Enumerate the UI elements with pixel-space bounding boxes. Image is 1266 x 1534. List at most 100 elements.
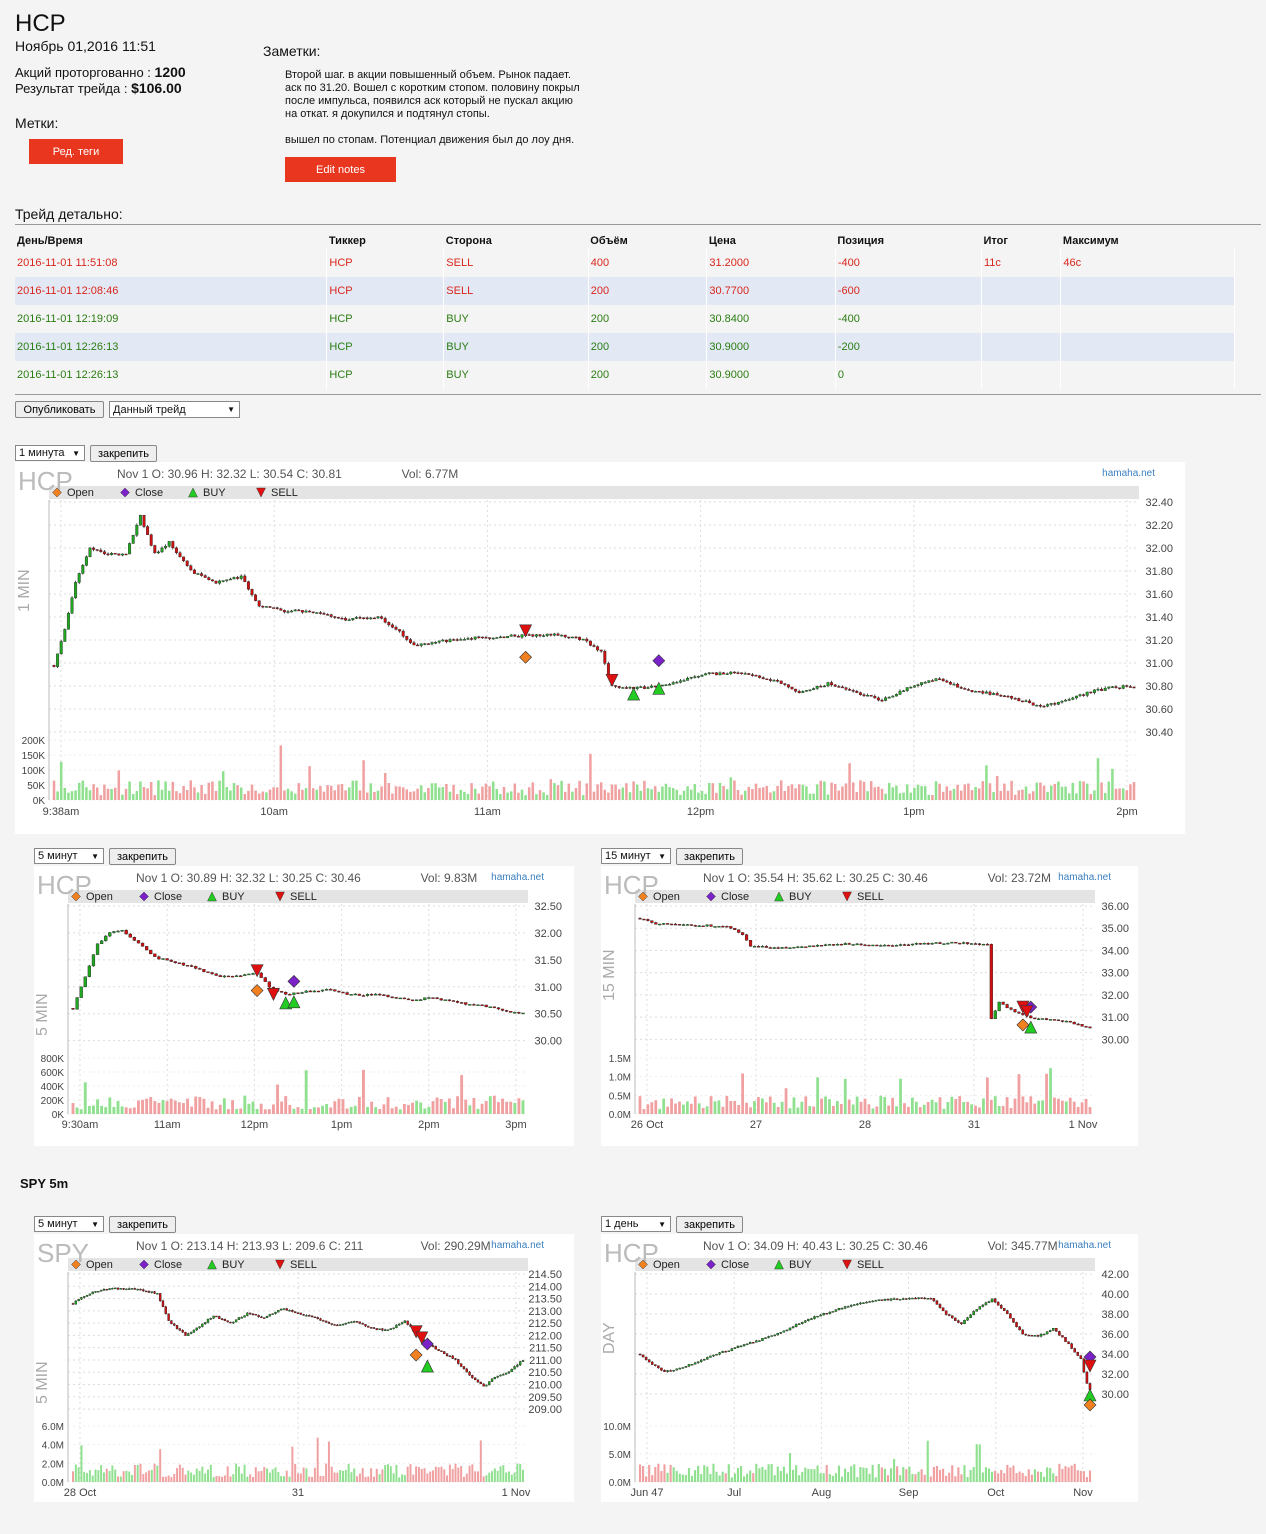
legend-buy: BUY (203, 487, 226, 499)
candle-body (813, 1316, 816, 1319)
candle (918, 942, 922, 945)
candle-body (1015, 1322, 1018, 1328)
legend-open: Open (67, 487, 94, 499)
interval-select-c5[interactable]: 1 день ▼ (601, 1216, 671, 1232)
result-label: Результат трейда : (15, 81, 128, 96)
candle-body (406, 1320, 409, 1325)
candle-body (1039, 1334, 1043, 1337)
volume-bar (488, 1472, 491, 1482)
candle (243, 574, 247, 583)
candle-body (386, 1329, 390, 1331)
candle-body (398, 629, 402, 632)
pin-button-c2[interactable]: закрепить (109, 848, 176, 865)
candle (701, 925, 705, 928)
volume-bar (855, 792, 859, 800)
candle-body (887, 696, 891, 699)
volume-bar (909, 792, 913, 800)
candle-body (911, 1297, 914, 1300)
candle-body (987, 1301, 991, 1303)
candle-body (77, 1299, 80, 1302)
volume-bar (116, 1100, 120, 1114)
sell-marker (1083, 1359, 1097, 1373)
candle (305, 1314, 308, 1317)
edit-notes-button[interactable]: Edit notes (285, 157, 396, 182)
candle-body (372, 1327, 376, 1329)
pin-button-c4[interactable]: закрепить (109, 1216, 176, 1233)
candle (124, 929, 128, 935)
volume-bar (122, 1471, 125, 1482)
candle-body (492, 1006, 496, 1008)
candle (215, 1315, 218, 1318)
candle-body (1009, 1313, 1012, 1319)
candle-body (495, 637, 499, 639)
edit-tags-button[interactable]: Ред. теги (29, 139, 123, 164)
table-cell: HCP (326, 305, 445, 333)
candle (1033, 1017, 1037, 1020)
volume-bar (149, 782, 153, 800)
volume-bar (468, 1465, 471, 1482)
candle (1110, 686, 1114, 688)
y-tick-label: 32.20 (1145, 520, 1173, 532)
volume-bar (322, 791, 326, 800)
pin-button-c3[interactable]: закрепить (676, 848, 743, 865)
interval-select-c4[interactable]: 5 минут ▼ (34, 1216, 104, 1232)
volume-bar (741, 1073, 745, 1114)
candle-body (434, 1346, 437, 1350)
candle-body (672, 1369, 675, 1372)
volume-bar (856, 1477, 859, 1482)
candle-body (666, 1370, 669, 1372)
candle-body (984, 1302, 988, 1306)
volume-bar (724, 1473, 727, 1482)
candle-body (361, 995, 366, 997)
candle-body (705, 924, 709, 927)
x-tick-label: Jun 47 (630, 1487, 663, 1499)
candle-body (617, 686, 621, 688)
trade-scope-select[interactable]: Данный трейд ▼ (109, 401, 240, 418)
pin-button-c1[interactable]: закрепить (90, 445, 157, 462)
candle (741, 932, 745, 936)
pin-button-c5[interactable]: закрепить (676, 1216, 743, 1233)
volume-bar (796, 1107, 800, 1114)
candle (459, 637, 463, 641)
volume-bar (403, 1475, 406, 1482)
volume-bar (243, 794, 247, 800)
x-tick-label: 2pm (418, 1119, 439, 1131)
volume-bar (923, 1474, 926, 1482)
candle (621, 686, 625, 689)
candle-body (293, 1311, 297, 1313)
volume-bar (383, 772, 387, 800)
result-value: $106.00 (131, 80, 182, 96)
candle (239, 574, 243, 581)
candle-body (313, 1316, 317, 1319)
volume-bar (170, 1477, 173, 1482)
candle-body (88, 547, 92, 557)
candle (944, 1310, 948, 1316)
candle (158, 1293, 162, 1302)
candle-body (1018, 1326, 1021, 1331)
candle-body (161, 1300, 165, 1308)
volume-bar (837, 1465, 841, 1482)
publish-button[interactable]: Опубликовать (15, 401, 104, 418)
table-cell (981, 305, 1062, 333)
interval-select-c1[interactable]: 1 минута ▼ (15, 445, 85, 461)
volume-bar (1055, 1476, 1058, 1482)
volume-bar (1043, 1476, 1046, 1482)
candle (941, 1307, 945, 1312)
candle (669, 1369, 672, 1372)
candle-body (923, 1297, 926, 1300)
volume-bar (468, 1105, 472, 1114)
interval-select-c2[interactable]: 5 минут ▼ (34, 848, 104, 864)
candle (251, 1312, 255, 1316)
candle (459, 1363, 463, 1368)
interval-select-c3[interactable]: 15 минут ▼ (601, 848, 671, 864)
y-tick-label: 31.00 (1145, 658, 1173, 670)
volume-bar (1006, 1464, 1009, 1482)
candle (196, 572, 200, 575)
candle-body (398, 997, 402, 1000)
candle-body (977, 691, 981, 693)
candle-body (105, 1289, 108, 1291)
candle (855, 942, 859, 946)
y-tick-label: 31.80 (1145, 566, 1173, 578)
volume-bar (70, 791, 74, 800)
candle (999, 1304, 1003, 1310)
